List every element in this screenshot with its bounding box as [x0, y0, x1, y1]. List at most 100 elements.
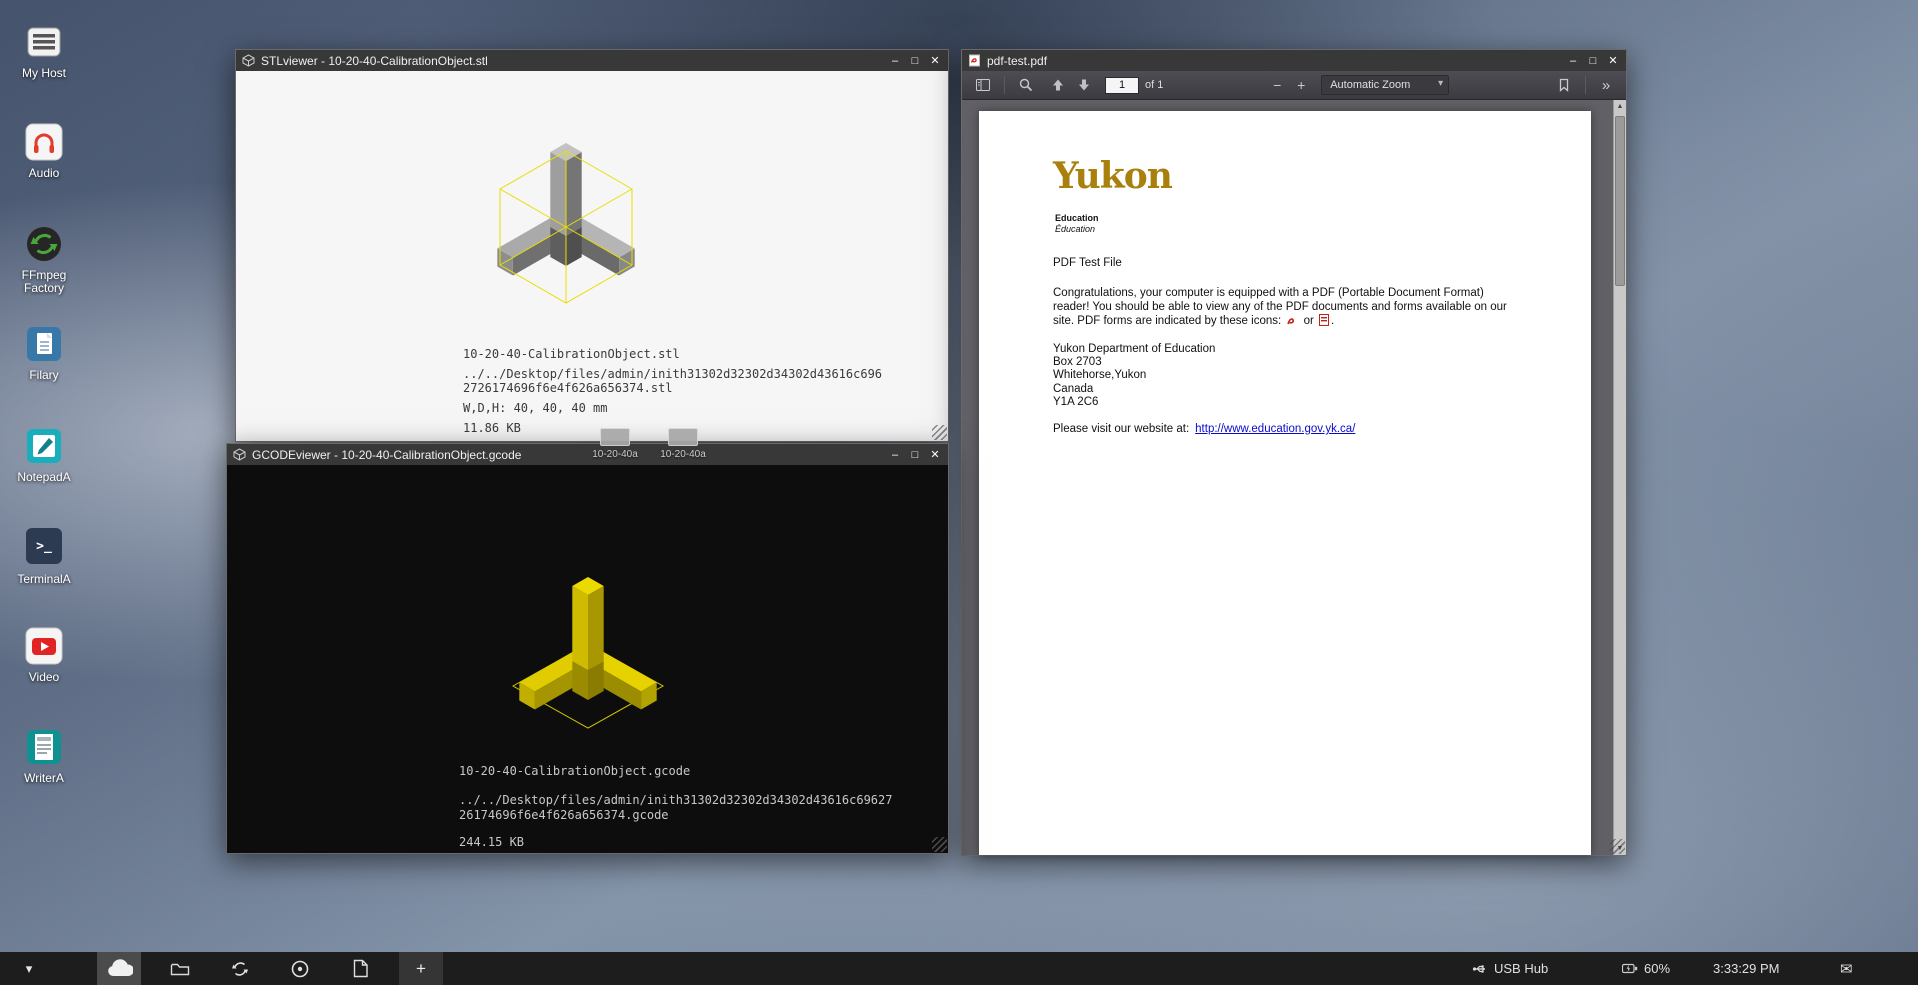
- more-tools-button[interactable]: »: [1594, 77, 1618, 94]
- page-number-input[interactable]: [1105, 77, 1139, 94]
- arrow-down-icon: [1076, 77, 1092, 93]
- stl-viewport[interactable]: 10-20-40-CalibrationObject.stl ../../Des…: [236, 71, 948, 441]
- stl-3d-render: [406, 97, 726, 357]
- website-line: Please visit our website at: http://www.e…: [1053, 423, 1355, 435]
- desktop-icon-my-host[interactable]: My Host: [6, 22, 82, 80]
- zoom-out-button[interactable]: −: [1265, 74, 1289, 96]
- taskbar-expand-button[interactable]: ▾: [14, 952, 44, 985]
- minimize-button[interactable]: –: [886, 447, 904, 463]
- scrollbar[interactable]: ▲ ▼: [1613, 100, 1626, 855]
- previous-page-button[interactable]: [1045, 74, 1071, 96]
- taskbar-app-files[interactable]: [158, 952, 202, 985]
- scrollbar-thumb[interactable]: [1615, 116, 1625, 286]
- file-thumbnail[interactable]: 10-20-40a: [585, 428, 645, 460]
- circle-icon: [290, 959, 310, 979]
- address-line: Canada: [1053, 383, 1215, 396]
- sidebar-toggle-button[interactable]: [970, 74, 996, 96]
- gcode-viewport[interactable]: 10-20-40-CalibrationObject.gcode ../../D…: [227, 465, 948, 853]
- clock-label: 3:33:29 PM: [1713, 961, 1780, 976]
- file-thumbnail[interactable]: 10-20-40a: [653, 428, 713, 460]
- desktop-icon-filary[interactable]: Filary: [6, 324, 82, 382]
- file-icon: [668, 428, 698, 446]
- chevron-down-icon: ▾: [26, 961, 33, 977]
- file-thumbnail-label: 10-20-40a: [653, 449, 713, 460]
- desktop-icon-label: Filary: [6, 369, 82, 382]
- logo-subtitle: Éducation: [1055, 224, 1095, 234]
- cloud-icon: [105, 959, 133, 979]
- address-line: Box 2703: [1053, 356, 1215, 369]
- pdf-form-icon: [1319, 314, 1329, 326]
- desktop-icon-audio[interactable]: Audio: [6, 122, 82, 180]
- taskbar-app-ffmpeg[interactable]: [218, 952, 262, 985]
- desktop-icon-label: WriterA: [6, 772, 82, 785]
- bookmark-icon: [1556, 77, 1572, 93]
- battery-icon: [1622, 963, 1638, 974]
- stl-dimensions: W,D,H: 40, 40, 40 mm: [463, 401, 608, 415]
- desktop: My Host Audio FFmpeg Factory Filary Note…: [0, 0, 1918, 985]
- resize-grip[interactable]: [1610, 839, 1625, 854]
- taskbar-app-viewer[interactable]: [278, 952, 322, 985]
- taskbar-app-pdf[interactable]: [339, 952, 383, 985]
- window-title: STLviewer - 10-20-40-CalibrationObject.s…: [261, 54, 880, 68]
- paragraph-text: Congratulations, your computer is equipp…: [1053, 287, 1507, 327]
- minimize-button[interactable]: –: [886, 53, 904, 69]
- close-button[interactable]: ✕: [926, 447, 944, 463]
- find-button[interactable]: [1013, 74, 1039, 96]
- circular-arrows-icon: [24, 224, 64, 264]
- next-page-button[interactable]: [1071, 74, 1097, 96]
- document-icon: [353, 959, 369, 978]
- desktop-icon-label: Audio: [6, 167, 82, 180]
- scroll-up-arrow[interactable]: ▲: [1614, 100, 1626, 113]
- paragraph-text: .: [1331, 315, 1334, 327]
- logo-subtitle: Education: [1055, 213, 1099, 223]
- chevron-down-icon: ▾: [1438, 78, 1443, 89]
- clock[interactable]: 3:33:29 PM: [1713, 952, 1780, 985]
- envelope-icon: ✉: [1840, 960, 1853, 978]
- circular-arrows-icon: [230, 959, 250, 979]
- desktop-icon-label: TerminalA: [6, 573, 82, 586]
- usb-label: USB Hub: [1494, 961, 1548, 976]
- resize-grip[interactable]: [932, 425, 947, 440]
- stl-window-titlebar[interactable]: STLviewer - 10-20-40-CalibrationObject.s…: [236, 50, 948, 71]
- window-title: GCODEviewer - 10-20-40-CalibrationObject…: [252, 448, 880, 462]
- gcode-viewer-window: GCODEviewer - 10-20-40-CalibrationObject…: [226, 443, 949, 854]
- desktop-icon-notepada[interactable]: NotepadA: [6, 426, 82, 484]
- zoom-select[interactable]: Automatic Zoom ▾: [1321, 75, 1449, 95]
- file-manager-icon: [24, 324, 64, 364]
- taskbar-add-button[interactable]: +: [399, 952, 443, 985]
- bookmark-button[interactable]: [1551, 74, 1577, 96]
- cube-icon: [233, 448, 246, 461]
- cube-icon: [242, 54, 255, 67]
- desktop-icon-video[interactable]: Video: [6, 626, 82, 684]
- desktop-icon-ffmpeg-factory[interactable]: FFmpeg Factory: [6, 224, 82, 295]
- arrow-up-icon: [1050, 77, 1066, 93]
- address-line: Y1A 2C6: [1053, 396, 1215, 409]
- paragraph-text: or: [1304, 315, 1314, 327]
- website-label: Please visit our website at:: [1053, 423, 1189, 435]
- pdf-window-titlebar[interactable]: pdf-test.pdf – □ ✕: [962, 50, 1626, 71]
- desktop-icon-writera[interactable]: WriterA: [6, 727, 82, 785]
- taskbar-app-cloud[interactable]: [97, 952, 141, 985]
- minimize-button[interactable]: –: [1564, 53, 1582, 69]
- maximize-button[interactable]: □: [906, 447, 924, 463]
- sidebar-toggle-icon: [975, 77, 991, 93]
- stl-file-path: ../../Desktop/files/admin/inith31302d323…: [463, 367, 887, 395]
- video-player-icon: [24, 626, 64, 666]
- plus-icon: +: [416, 959, 426, 979]
- resize-grip[interactable]: [932, 837, 947, 852]
- maximize-button[interactable]: □: [906, 53, 924, 69]
- zoom-in-button[interactable]: +: [1289, 74, 1313, 96]
- yukon-logo: Yukon: [1053, 155, 1172, 197]
- usb-tray-item[interactable]: USB Hub: [1472, 952, 1548, 985]
- taskbar: ▾ + USB Hub 60% 3:33:29 PM ✉: [0, 952, 1918, 985]
- close-button[interactable]: ✕: [1604, 53, 1622, 69]
- battery-percent-label: 60%: [1644, 961, 1670, 976]
- desktop-icon-terminala[interactable]: >_ TerminalA: [6, 526, 82, 586]
- pdf-content-area: Yukon Education Éducation PDF Test File …: [962, 100, 1613, 855]
- close-button[interactable]: ✕: [926, 53, 944, 69]
- terminal-prompt-glyph: >_: [36, 539, 52, 554]
- battery-tray-item[interactable]: 60%: [1622, 952, 1670, 985]
- website-link[interactable]: http://www.education.gov.yk.ca/: [1195, 423, 1355, 435]
- mail-tray-item[interactable]: ✉: [1840, 952, 1853, 985]
- maximize-button[interactable]: □: [1584, 53, 1602, 69]
